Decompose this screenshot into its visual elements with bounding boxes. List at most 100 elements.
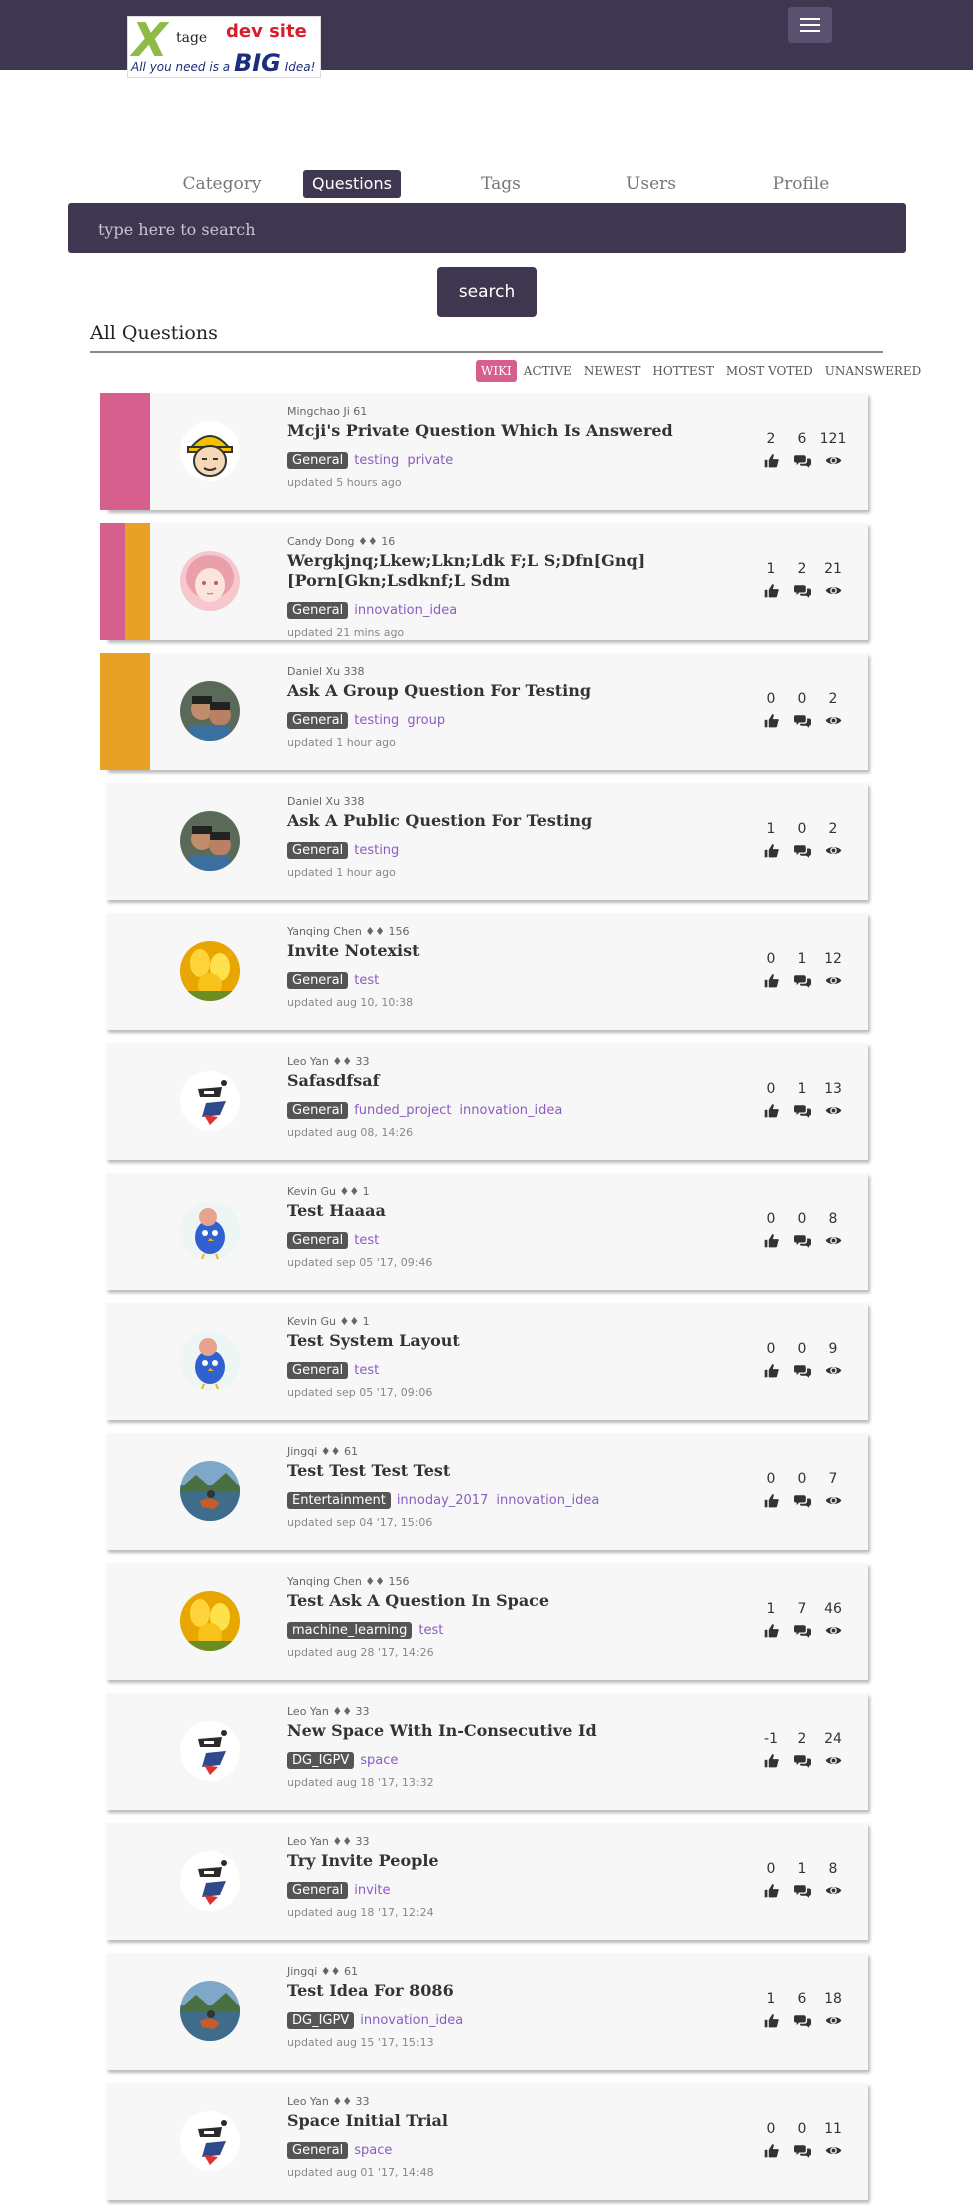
question-author[interactable]: Kevin Gu ♦♦ 1	[287, 1185, 370, 1198]
tag-link[interactable]: space	[354, 2143, 392, 2158]
filter-newest[interactable]: NEWEST	[579, 360, 646, 382]
question-author[interactable]: Yanqing Chen ♦♦ 156	[287, 925, 410, 938]
kids-avatar[interactable]	[180, 811, 240, 871]
question-title[interactable]: Safasdfsaf	[287, 1071, 757, 1091]
tab-users[interactable]: Users	[625, 170, 677, 198]
tag-link[interactable]: innovation_idea	[459, 1103, 562, 1118]
thumbs-up-icon[interactable]	[756, 2141, 786, 2159]
tag-link[interactable]: test	[418, 1623, 443, 1638]
thumbs-up-icon[interactable]	[756, 1491, 786, 1509]
question-title[interactable]: Test System Layout	[287, 1331, 757, 1351]
tab-tags[interactable]: Tags	[478, 170, 524, 198]
tag-link[interactable]: space	[360, 1753, 398, 1768]
category-badge[interactable]: General	[287, 602, 349, 619]
ninja-avatar[interactable]	[180, 1721, 240, 1781]
question-author[interactable]: Jingqi ♦♦ 61	[287, 1965, 358, 1978]
question-title[interactable]: Space Initial Trial	[287, 2111, 757, 2131]
question-card[interactable]: Yanqing Chen ♦♦ 156 Test Ask A Question I…	[106, 1563, 868, 1680]
thumbs-up-icon[interactable]	[756, 1751, 786, 1769]
question-title[interactable]: Mcji's Private Question Which Is Answere…	[287, 421, 757, 441]
tag-link[interactable]: private	[407, 453, 453, 468]
question-title[interactable]: Try Invite People	[287, 1851, 757, 1871]
ninja-avatar[interactable]	[180, 1071, 240, 1131]
category-badge[interactable]: DG_IGPV	[287, 2012, 355, 2029]
question-card[interactable]: Kevin Gu ♦♦ 1 Test Haaaa General test update…	[106, 1173, 868, 1290]
site-logo[interactable]: X tage dev site All you need is a BIG Id…	[127, 16, 321, 78]
question-card[interactable]: Daniel Xu 338 Ask A Group Question For Te…	[100, 653, 868, 770]
ninja-avatar[interactable]	[180, 1851, 240, 1911]
question-author[interactable]: Leo Yan ♦♦ 33	[287, 1705, 370, 1718]
thumbs-up-icon[interactable]	[756, 841, 786, 859]
question-author[interactable]: Leo Yan ♦♦ 33	[287, 1835, 370, 1848]
question-card[interactable]: Leo Yan ♦♦ 33 New Space With In-Consecuti…	[106, 1693, 868, 1810]
tab-category[interactable]: Category	[180, 170, 264, 198]
question-card[interactable]: Leo Yan ♦♦ 33 Space Initial Trial General s…	[106, 2083, 868, 2200]
category-badge[interactable]: General	[287, 1362, 349, 1379]
helmet-avatar[interactable]	[180, 421, 240, 481]
thumbs-up-icon[interactable]	[756, 1361, 786, 1379]
question-card[interactable]: Jingqi ♦♦ 61 Test Idea For 8086 DG_IGPV inn…	[106, 1953, 868, 2070]
question-card[interactable]: Candy Dong ♦♦ 16 Wergkjnq;Lkew;Lkn;Ldk F;…	[100, 523, 868, 640]
question-card[interactable]: Jingqi ♦♦ 61 Test Test Test Test Entertain…	[106, 1433, 868, 1550]
category-badge[interactable]: General	[287, 712, 349, 729]
tag-link[interactable]: innovation_idea	[354, 603, 457, 618]
thumbs-up-icon[interactable]	[756, 2011, 786, 2029]
category-badge[interactable]: DG_IGPV	[287, 1752, 355, 1769]
question-title[interactable]: Invite Notexist	[287, 941, 757, 961]
hamburger-icon[interactable]	[788, 7, 832, 43]
question-title[interactable]: Test Ask A Question In Space	[287, 1591, 757, 1611]
question-author[interactable]: Jingqi ♦♦ 61	[287, 1445, 358, 1458]
tag-link[interactable]: innovation_idea	[496, 1493, 599, 1508]
thumbs-up-icon[interactable]	[756, 1101, 786, 1119]
category-badge[interactable]: machine_learning	[287, 1622, 413, 1639]
bird-avatar[interactable]	[180, 1201, 240, 1261]
category-badge[interactable]: General	[287, 1232, 349, 1249]
tab-profile[interactable]: Profile	[771, 170, 831, 198]
thumbs-up-icon[interactable]	[756, 451, 786, 469]
category-badge[interactable]: General	[287, 972, 349, 989]
question-author[interactable]: Leo Yan ♦♦ 33	[287, 2095, 370, 2108]
question-author[interactable]: Daniel Xu 338	[287, 795, 365, 808]
question-card[interactable]: Mingchao Ji 61 Mcji's Private Question Wh…	[100, 393, 868, 510]
question-title[interactable]: New Space With In-Consecutive Id	[287, 1721, 757, 1741]
question-card[interactable]: Leo Yan ♦♦ 33 Safasdfsaf General funded_pro…	[106, 1043, 868, 1160]
tag-link[interactable]: testing	[354, 713, 399, 728]
tag-link[interactable]: group	[407, 713, 445, 728]
tag-link[interactable]: test	[354, 1363, 379, 1378]
category-badge[interactable]: General	[287, 2142, 349, 2159]
tulip-avatar[interactable]	[180, 1591, 240, 1651]
question-author[interactable]: Yanqing Chen ♦♦ 156	[287, 1575, 410, 1588]
filter-hottest[interactable]: HOTTEST	[647, 360, 719, 382]
question-title[interactable]: Ask A Group Question For Testing	[287, 681, 757, 701]
tag-link[interactable]: testing	[354, 843, 399, 858]
filter-most-voted[interactable]: MOST VOTED	[721, 360, 818, 382]
question-title[interactable]: Test Idea For 8086	[287, 1981, 757, 2001]
tag-link[interactable]: test	[354, 973, 379, 988]
category-badge[interactable]: General	[287, 452, 349, 469]
question-card[interactable]: Leo Yan ♦♦ 33 Try Invite People General inv…	[106, 1823, 868, 1940]
filter-active[interactable]: ACTIVE	[519, 360, 577, 382]
tag-link[interactable]: test	[354, 1233, 379, 1248]
lake-avatar[interactable]	[180, 1461, 240, 1521]
thumbs-up-icon[interactable]	[756, 971, 786, 989]
question-author[interactable]: Kevin Gu ♦♦ 1	[287, 1315, 370, 1328]
tag-link[interactable]: innovation_idea	[360, 2013, 463, 2028]
question-author[interactable]: Mingchao Ji 61	[287, 405, 367, 418]
question-title[interactable]: Test Test Test Test	[287, 1461, 757, 1481]
thumbs-up-icon[interactable]	[756, 581, 786, 599]
question-author[interactable]: Daniel Xu 338	[287, 665, 365, 678]
search-button[interactable]: search	[437, 267, 537, 317]
tag-link[interactable]: funded_project	[354, 1103, 451, 1118]
thumbs-up-icon[interactable]	[756, 1881, 786, 1899]
category-badge[interactable]: General	[287, 1102, 349, 1119]
tag-link[interactable]: invite	[354, 1883, 390, 1898]
category-badge[interactable]: Entertainment	[287, 1492, 391, 1509]
filter-unanswered[interactable]: UNANSWERED	[820, 360, 927, 382]
question-author[interactable]: Leo Yan ♦♦ 33	[287, 1055, 370, 1068]
lake-avatar[interactable]	[180, 1981, 240, 2041]
tag-link[interactable]: testing	[354, 453, 399, 468]
tag-link[interactable]: innoday_2017	[397, 1493, 489, 1508]
tab-questions[interactable]: Questions	[303, 170, 401, 198]
thumbs-up-icon[interactable]	[756, 1231, 786, 1249]
question-author[interactable]: Candy Dong ♦♦ 16	[287, 535, 395, 548]
